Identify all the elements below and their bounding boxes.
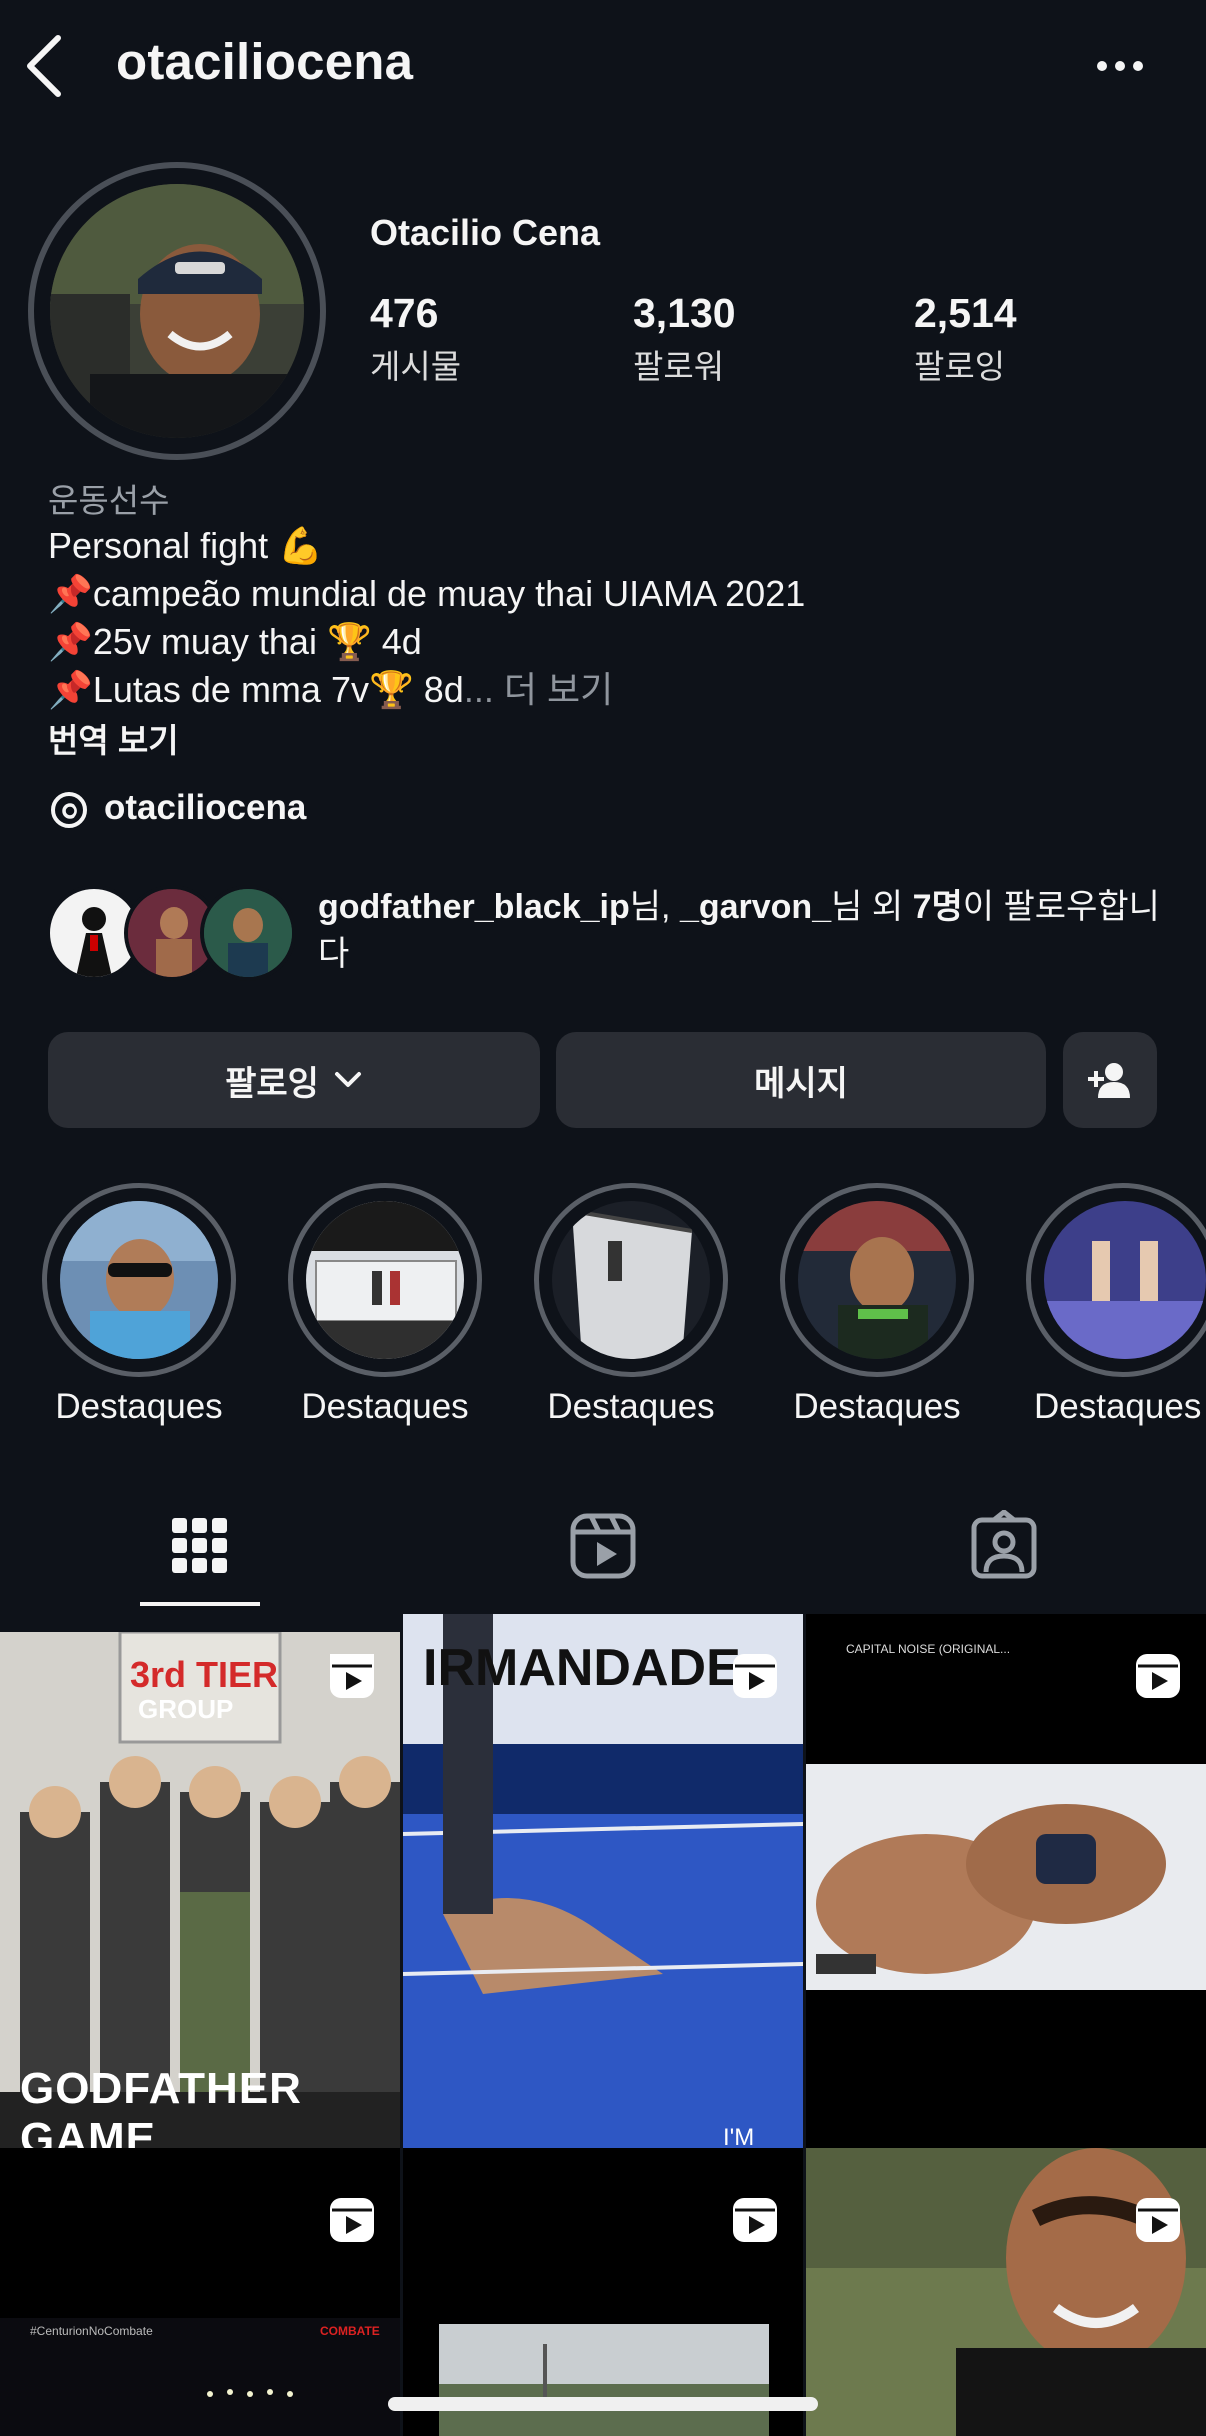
followed-by-user[interactable]: _garvon_ (680, 888, 831, 926)
followed-by-text-part: 님 외 (831, 888, 913, 926)
highlight-label: Destaques (547, 1387, 715, 1426)
post-thumbnail[interactable]: IRMANDADE I'M (403, 1614, 803, 2166)
follower-avatar[interactable] (200, 885, 296, 981)
chevron-left-icon (27, 35, 61, 97)
add-person-icon (1088, 1063, 1130, 1098)
post-thumbnail[interactable]: #CenturionNoCombate COMBATE (0, 2148, 400, 2436)
highlight-label: Destaques (55, 1387, 223, 1426)
post-overlay-text: GROUP (138, 1694, 234, 1724)
more-dots-icon (1097, 61, 1143, 71)
display-name: Otacilio Cena (370, 212, 601, 253)
reel-badge-icon (1136, 2198, 1180, 2242)
followers-label[interactable]: 팔로워 (633, 340, 724, 388)
followers-count[interactable]: 3,130 (633, 290, 736, 337)
following-label[interactable]: 팔로잉 (914, 340, 1005, 388)
chevron-down-icon (334, 1072, 361, 1087)
post-thumbnail[interactable] (403, 2148, 803, 2436)
highlight-label: Destaques (793, 1387, 961, 1426)
post-thumbnail[interactable]: CAPITAL NOISE (ORIGINAL... (806, 1614, 1206, 2166)
avatar[interactable] (50, 184, 304, 438)
active-tab-indicator (140, 1602, 260, 1606)
bio-ellipsis: ... (463, 669, 494, 710)
reel-badge-icon (1136, 1654, 1180, 1698)
bio-line: 📌campeão mundial de muay thai UIAMA 2021 (48, 573, 806, 614)
bio-line-text: 📌Lutas de mma 7v🏆 8d (48, 669, 464, 710)
highlight-cover[interactable] (306, 1201, 464, 1359)
following-button[interactable]: 팔로잉 (48, 1032, 540, 1128)
reel-badge-icon (733, 2198, 777, 2242)
highlight-label: Destaques (1034, 1387, 1202, 1426)
home-indicator[interactable] (388, 2397, 818, 2411)
bio-more-link[interactable]: 더 보기 (504, 669, 613, 710)
more-options-button[interactable] (1090, 44, 1150, 88)
tab-reels[interactable] (567, 1510, 639, 1582)
tab-posts[interactable] (164, 1510, 236, 1582)
post-overlay-text: COMBATE (320, 2324, 380, 2338)
grid-icon (172, 1518, 227, 1573)
highlight-label: Destaques (301, 1387, 469, 1426)
bio-line: Personal fight 💪 (48, 525, 323, 566)
post-overlay-text: IRMANDADE (423, 1639, 741, 1697)
followed-by-user[interactable]: godfather_black_ip (318, 888, 630, 926)
posts-count[interactable]: 476 (370, 290, 438, 337)
highlight-cover[interactable] (1044, 1201, 1206, 1359)
tab-tagged[interactable] (968, 1510, 1040, 1582)
post-overlay-text: #CenturionNoCombate (30, 2324, 153, 2338)
post-thumbnail[interactable] (806, 2148, 1206, 2436)
post-overlay-text: 3rd TIER (130, 1654, 279, 1695)
bio-line: 📌Lutas de mma 7v🏆 8d... 더 보기 (48, 666, 613, 714)
translate-link[interactable]: 번역 보기 (48, 714, 179, 762)
posts-label[interactable]: 게시물 (370, 340, 461, 388)
reel-badge-icon (733, 1654, 777, 1698)
reel-badge-icon (330, 2198, 374, 2242)
threads-link[interactable]: otaciliocena (104, 788, 306, 828)
message-button[interactable]: 메시지 (556, 1032, 1046, 1128)
message-button-label: 메시지 (754, 1064, 848, 1103)
followed-by-text-part: 님, (629, 888, 680, 926)
following-button-label: 팔로잉 (225, 1064, 319, 1103)
profile-category: 운동선수 (48, 482, 170, 519)
bio-line: 📌25v muay thai 🏆 4d (48, 621, 422, 662)
tagged-icon (971, 1510, 1037, 1579)
reels-icon (570, 1513, 636, 1579)
threads-icon[interactable] (48, 789, 90, 831)
reel-badge-icon (330, 1654, 374, 1698)
highlight-cover[interactable] (60, 1201, 218, 1359)
followed-by-text[interactable]: godfather_black_ip님, _garvon_님 외 7명이 팔로우… (318, 884, 1178, 978)
post-overlay-text: CAPITAL NOISE (ORIGINAL... (846, 1642, 1011, 1656)
following-count[interactable]: 2,514 (914, 290, 1017, 337)
back-button[interactable] (18, 30, 74, 102)
followed-by-count[interactable]: 7명 (913, 888, 963, 926)
highlight-cover[interactable] (798, 1201, 956, 1359)
suggest-people-button[interactable] (1063, 1032, 1157, 1128)
post-thumbnail[interactable]: 3rd TIER GROUP GODFATHER GAME (0, 1632, 400, 2166)
page-title: otaciliocena (116, 33, 414, 90)
highlight-cover[interactable] (552, 1201, 710, 1359)
